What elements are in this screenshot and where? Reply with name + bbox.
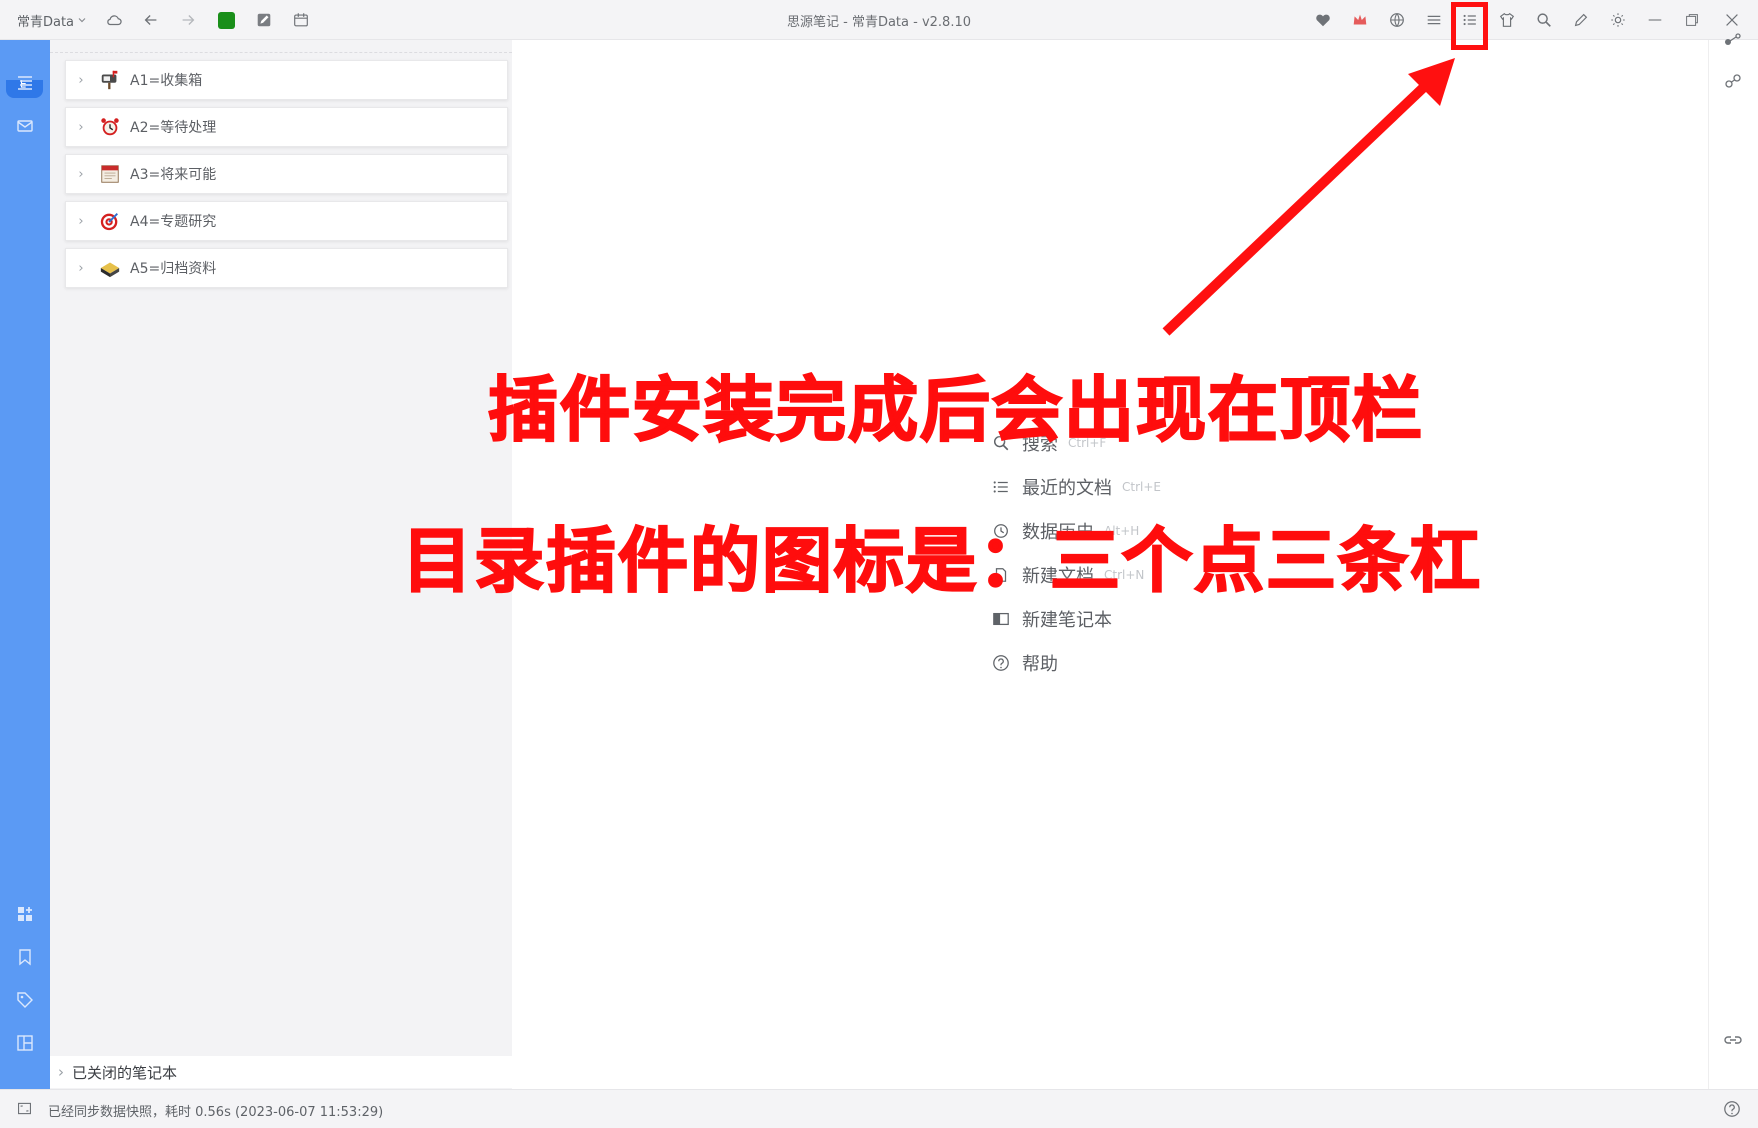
plugin-edit-icon[interactable] xyxy=(252,8,276,32)
pen-edit-icon[interactable] xyxy=(1569,8,1593,32)
minimize-icon[interactable] xyxy=(1643,8,1667,32)
sync-cloud-icon[interactable] xyxy=(102,8,126,32)
chevron-right-icon[interactable]: › xyxy=(66,214,96,229)
empty-menu-help[interactable]: 帮助 xyxy=(990,650,1058,676)
chevron-down-icon xyxy=(78,18,86,23)
tree-item-label: A5=归档资料 xyxy=(130,261,217,277)
annotation-line-2: 目录插件的图标是：三个点三条杠 xyxy=(401,519,1482,603)
tree-notebook-a3[interactable]: › A3=将来可能 xyxy=(65,154,508,194)
theme-sun-icon[interactable] xyxy=(1606,8,1630,32)
chevron-right-icon[interactable]: › xyxy=(66,73,96,88)
chevron-right-icon[interactable]: › xyxy=(66,167,96,182)
menu-icon[interactable] xyxy=(1422,8,1446,32)
chevron-right-icon: › xyxy=(58,1063,64,1081)
link-icon[interactable] xyxy=(1723,1030,1745,1052)
fullscreen-toggle-icon[interactable] xyxy=(16,1100,33,1121)
archive-box-icon xyxy=(96,254,124,282)
calendar-icon[interactable] xyxy=(289,8,313,32)
tree-notebook-a5[interactable]: › A5=归档资料 xyxy=(65,248,508,288)
top-bar: 常青Data 思源笔记 - 常青Data - v2.8.10 xyxy=(0,0,1758,40)
target-icon xyxy=(96,207,124,235)
bookmark-icon[interactable] xyxy=(13,945,37,969)
right-dock-bar xyxy=(1708,33,1758,1089)
highlight-box-outline-plugin xyxy=(1451,2,1488,50)
closed-notebooks-label: 已关闭的笔记本 xyxy=(72,1063,178,1082)
back-arrow-icon[interactable] xyxy=(139,8,163,32)
restore-window-icon[interactable] xyxy=(1680,8,1704,32)
chevron-right-icon[interactable]: › xyxy=(66,120,96,135)
plugin-heart-icon[interactable] xyxy=(1311,8,1335,32)
list-icon xyxy=(990,476,1012,498)
alarm-clock-icon xyxy=(96,113,124,141)
status-message: 已经同步数据快照，耗时 0.56s (2023-06-07 11:53:29) xyxy=(48,1105,384,1120)
workspace-label: 常青Data xyxy=(16,14,75,30)
crown-icon[interactable] xyxy=(1348,8,1372,32)
globe-icon[interactable] xyxy=(1385,8,1409,32)
appearance-shirt-icon[interactable] xyxy=(1495,8,1519,32)
tree-notebook-a2[interactable]: › A2=等待处理 xyxy=(65,107,508,147)
calendar-icon xyxy=(96,160,124,188)
tag-icon[interactable] xyxy=(13,988,37,1012)
left-dock-bar xyxy=(0,40,50,1089)
annotation-line-1: 插件安装完成后会出现在顶栏 xyxy=(487,368,1424,452)
tree-item-label: A1=收集箱 xyxy=(130,73,203,89)
plugin-green-icon[interactable] xyxy=(214,8,238,32)
closed-notebooks-toggle[interactable]: › 已关闭的笔记本 xyxy=(50,1056,512,1088)
empty-menu-recent-docs[interactable]: 最近的文档 Ctrl+E xyxy=(990,474,1161,500)
widgets-icon[interactable] xyxy=(13,902,37,926)
layout-icon[interactable] xyxy=(13,1031,37,1055)
notebook-icon xyxy=(990,608,1012,630)
tree-item-label: A3=将来可能 xyxy=(130,167,217,183)
status-bar: 已经同步数据快照，耗时 0.56s (2023-06-07 11:53:29) xyxy=(0,1089,1758,1128)
graph-icon[interactable] xyxy=(1723,30,1745,52)
help-icon xyxy=(990,652,1012,674)
inbox-mail-icon[interactable] xyxy=(13,114,37,138)
mailbox-icon xyxy=(96,66,124,94)
empty-menu-new-notebook[interactable]: 新建笔记本 xyxy=(990,606,1112,632)
tree-notebook-a1[interactable]: › A1=收集箱 xyxy=(65,60,508,100)
tree-item-label: A2=等待处理 xyxy=(130,120,217,136)
forward-arrow-icon[interactable] xyxy=(176,8,200,32)
help-icon[interactable] xyxy=(1723,1100,1741,1122)
outline-icon[interactable] xyxy=(13,70,37,94)
tree-notebook-a4[interactable]: › A4=专题研究 xyxy=(65,201,508,241)
chevron-right-icon[interactable]: › xyxy=(66,261,96,276)
search-icon[interactable] xyxy=(1532,8,1556,32)
global-graph-icon[interactable] xyxy=(1723,71,1745,93)
close-window-icon[interactable] xyxy=(1720,8,1744,32)
tree-item-label: A4=专题研究 xyxy=(130,214,217,230)
workspace-switcher[interactable]: 常青Data xyxy=(14,8,90,32)
